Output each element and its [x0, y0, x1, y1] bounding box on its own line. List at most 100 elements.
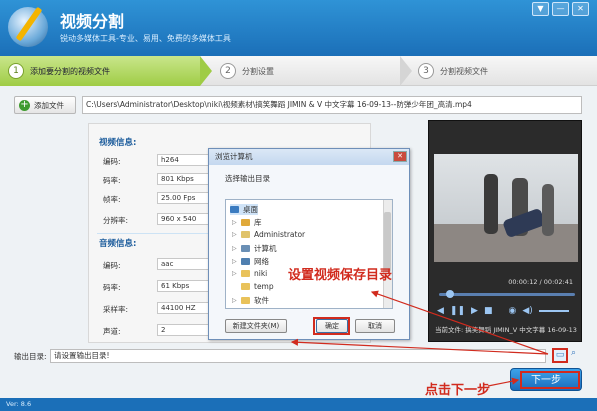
tree-item-network[interactable]: ▷ 网络 [232, 256, 269, 267]
file-row: + 添加文件 C:\Users\Administrator\Desktop\ni… [14, 96, 584, 114]
audio-channels-label: 声道: [103, 327, 121, 336]
expand-icon[interactable]: ▷ [232, 258, 239, 265]
close-button[interactable]: ✕ [572, 2, 589, 16]
tree-item-desktop[interactable]: 桌面 [230, 204, 258, 215]
step-1[interactable]: 1 添加要分割的视频文件 [0, 56, 200, 86]
volume-icon[interactable]: ◀) [522, 306, 532, 316]
tree-item-label: 库 [254, 218, 262, 227]
snapshot-icon[interactable]: ◉ [508, 306, 516, 316]
video-codec-value: h264 [157, 154, 212, 166]
step-label: 分割视频文件 [440, 66, 488, 76]
current-file-label: 当前文件: 搞笑舞蹈 JIMIN_V 中文字幕 16-09-13 [435, 326, 577, 334]
folder-tree: 桌面 ▷ 库 ▷ Administrator ▷ 计算机 ▷ 网络 ▷ niki… [225, 199, 393, 309]
user-folder-icon [241, 231, 250, 238]
person-figure [484, 174, 498, 234]
scrollbar-thumb[interactable] [384, 212, 391, 272]
new-folder-button[interactable]: 新建文件夹(M) [225, 319, 287, 333]
expand-icon[interactable]: ▷ [232, 297, 239, 304]
step-number: 3 [418, 63, 434, 79]
tree-item-library[interactable]: ▷ 库 [232, 217, 262, 228]
video-framerate-value: 25.00 Fps [157, 192, 212, 204]
dialog-title: 浏览计算机 [209, 149, 409, 165]
tree-item-temp[interactable]: temp [232, 282, 274, 291]
seek-bar[interactable] [439, 293, 575, 296]
next-icon[interactable]: ▶ [471, 306, 478, 316]
folder-icon [241, 297, 250, 304]
output-dir-field[interactable]: 请设置输出目录! [50, 349, 546, 363]
tree-item-computer[interactable]: ▷ 计算机 [232, 243, 277, 254]
video-codec-label: 编码: [103, 157, 121, 166]
expand-icon[interactable]: ▷ [232, 270, 239, 277]
video-resolution-value: 960 x 540 [157, 213, 212, 225]
audio-samplerate-value: 44100 HZ [157, 302, 212, 314]
tree-item-label: temp [254, 282, 274, 291]
tree-scrollbar[interactable] [383, 200, 392, 308]
pause-icon[interactable]: ❚❚ [450, 306, 465, 316]
audio-channels-value: 2 [157, 324, 212, 336]
step-number: 1 [8, 63, 24, 79]
volume-slider[interactable] [538, 310, 569, 312]
file-path-field[interactable]: C:\Users\Administrator\Desktop\niki\视频素材… [82, 96, 582, 114]
app-window: 视频分割 锐动多媒体工具-专业、易用、免费的多媒体工具 ▼ — ✕ 1 添加要分… [0, 0, 597, 411]
expand-icon[interactable]: ▷ [232, 245, 239, 252]
video-resolution-label: 分辨率: [103, 216, 129, 225]
video-frame [434, 154, 578, 262]
app-subtitle: 锐动多媒体工具-专业、易用、免费的多媒体工具 [60, 34, 231, 43]
tree-item-label: 计算机 [254, 244, 277, 253]
annotation-click-next: 点击下一步 [425, 383, 491, 398]
network-icon [241, 258, 250, 265]
timecode: 00:00:12 / 00:02:41 [508, 278, 573, 286]
tree-item-label: niki [254, 269, 268, 278]
audio-bitrate-label: 码率: [103, 283, 121, 292]
video-background [434, 154, 578, 224]
expand-icon[interactable]: ▷ [232, 231, 239, 238]
menu-button[interactable]: ▼ [532, 2, 549, 16]
search-icon[interactable]: ⌕ [571, 348, 583, 363]
highlight-box [313, 317, 350, 335]
desktop-icon [230, 206, 239, 213]
tree-item-label: 软件 [254, 296, 269, 305]
previous-icon[interactable]: ◀ [437, 306, 444, 316]
audio-bitrate-value: 61 Kbps [157, 280, 212, 292]
step-arrow-icon [200, 56, 212, 86]
tree-item-administrator[interactable]: ▷ Administrator [232, 230, 305, 239]
output-row: 输出目录: 请设置输出目录! ▭ ⌕ [14, 348, 584, 365]
folder-icon [241, 270, 250, 277]
stop-icon[interactable]: ■ [484, 306, 493, 316]
step-label: 添加要分割的视频文件 [30, 66, 110, 76]
add-file-button[interactable]: + 添加文件 [14, 96, 76, 114]
app-title: 视频分割 [60, 12, 125, 31]
browse-folder-dialog: 浏览计算机 ✕ 选择输出目录 桌面 ▷ 库 ▷ Administrator ▷ … [208, 148, 410, 340]
step-2[interactable]: 2 分割设置 [220, 56, 400, 86]
cancel-button[interactable]: 取消 [355, 319, 395, 333]
video-bitrate-label: 码率: [103, 176, 121, 185]
add-file-label: 添加文件 [34, 100, 64, 110]
step-number: 2 [220, 63, 236, 79]
step-label: 分割设置 [242, 66, 274, 76]
step-arrow-icon [400, 56, 412, 86]
highlight-box [520, 371, 580, 389]
folder-icon [241, 283, 250, 290]
seek-handle[interactable] [445, 290, 454, 298]
annotation-set-folder: 设置视频保存目录 [288, 268, 393, 283]
browse-folder-button[interactable]: ▭ [552, 348, 568, 363]
dialog-close-button[interactable]: ✕ [393, 151, 407, 162]
expand-icon[interactable]: ▷ [232, 219, 239, 226]
dialog-prompt: 选择输出目录 [225, 174, 270, 183]
tree-item-label: 网络 [254, 257, 269, 266]
minimize-button[interactable]: — [552, 2, 569, 16]
tree-item-niki[interactable]: ▷ niki [232, 269, 267, 278]
output-dir-label: 输出目录: [14, 352, 47, 361]
video-preview-panel: 00:00:12 / 00:02:41 ◀ ❚❚ ▶ ■ ◉ ◀) 当前文件: … [428, 120, 582, 342]
plus-icon: + [19, 98, 30, 111]
audio-codec-label: 编码: [103, 261, 121, 270]
tree-item-software[interactable]: ▷ 软件 [232, 295, 269, 306]
library-icon [241, 219, 250, 226]
audio-codec-value: aac [157, 258, 212, 270]
title-bar: 视频分割 锐动多媒体工具-专业、易用、免费的多媒体工具 ▼ — ✕ [0, 0, 597, 56]
step-3[interactable]: 3 分割视频文件 [418, 56, 588, 86]
step-bar: 1 添加要分割的视频文件 2 分割设置 3 分割视频文件 [0, 56, 597, 86]
tree-item-label: Administrator [254, 230, 306, 239]
person-figure [542, 184, 554, 236]
audio-info-title: 音频信息: [99, 239, 137, 249]
